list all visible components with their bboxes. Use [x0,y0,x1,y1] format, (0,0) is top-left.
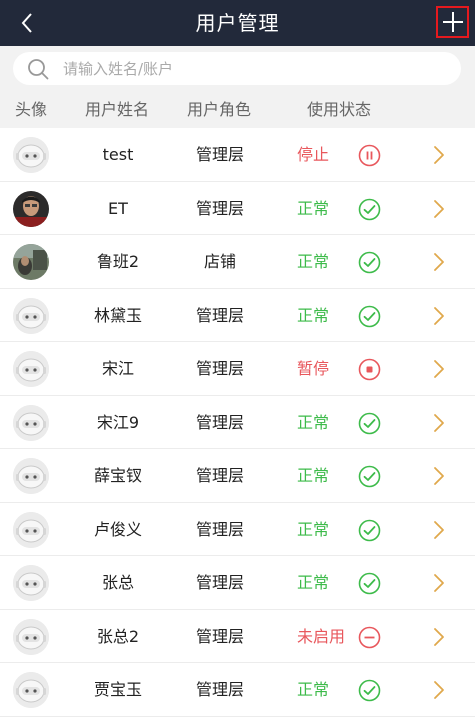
app-header: 用户管理 [0,0,475,46]
avatar [13,297,49,334]
avatar [13,351,49,387]
avatar [13,137,49,173]
avatar [13,404,49,441]
check-circle-icon[interactable] [358,305,381,328]
plus-icon [442,12,463,32]
user-name: 林黛玉 [93,305,142,325]
page-title: 用户管理 [195,11,280,35]
check-circle-icon[interactable] [358,519,381,542]
avatar [13,511,49,548]
avatar [13,190,49,227]
status-text: 正常 [297,573,330,592]
pause-circle-icon[interactable] [358,144,381,167]
user-row[interactable]: 宋江9 管理层 正常 [0,395,475,449]
chevron-right-icon[interactable] [432,359,446,379]
check-circle-icon[interactable] [358,679,381,702]
status-text: 暂停 [297,359,330,378]
column-name: 用户姓名 [85,100,150,119]
user-role: 管理层 [195,305,244,325]
column-avatar: 头像 [15,100,48,119]
user-name: 卢俊义 [93,519,142,539]
user-row[interactable]: 张总2 管理层 未启用 [0,609,475,663]
user-name: 宋江9 [96,412,140,432]
user-row[interactable]: ET 管理层 正常 [0,181,475,235]
status-text: 正常 [297,680,330,699]
user-name: 宋江 [101,359,134,378]
stop-circle-icon[interactable] [358,358,381,381]
user-role: 管理层 [195,359,244,378]
user-role: 管理层 [195,573,244,592]
table-header: 头像 用户姓名 用户角色 使用状态 [0,92,475,128]
user-name: ET [108,198,128,218]
avatar [13,565,49,601]
check-circle-icon[interactable] [358,412,381,435]
chevron-right-icon[interactable] [432,680,446,700]
check-circle-icon[interactable] [358,251,381,274]
user-role: 管理层 [195,626,244,646]
status-text: 正常 [297,252,330,271]
search-box[interactable] [13,52,461,85]
user-row[interactable]: 宋江 管理层 暂停 [0,342,475,396]
search-input[interactable] [63,59,433,78]
user-name: 贾宝玉 [93,680,142,699]
user-row[interactable]: test 管理层 停止 [0,128,475,182]
user-name: 张总2 [96,626,140,646]
check-circle-icon[interactable] [358,465,381,488]
user-list: test 管理层 停止 ET 管理层 正常 鲁班2 店铺 正常 林黛玉 管理层 正常 宋江 管理层 暂停 宋江… [0,128,475,717]
chevron-right-icon[interactable] [432,413,446,433]
user-row[interactable]: 林黛玉 管理层 正常 [0,288,475,342]
user-name: 鲁班2 [96,252,140,271]
user-row[interactable]: 卢俊义 管理层 正常 [0,502,475,556]
add-user-button[interactable] [436,6,469,38]
user-row[interactable]: 鲁班2 店铺 正常 [0,235,475,289]
user-role: 店铺 [203,252,236,271]
chevron-right-icon[interactable] [432,573,446,593]
user-role: 管理层 [195,198,244,218]
user-row[interactable]: 张总 管理层 正常 [0,556,475,610]
avatar [13,672,49,708]
status-text: 正常 [297,305,330,325]
minus-circle-icon[interactable] [358,626,381,649]
user-role: 管理层 [195,145,244,164]
user-name: 张总 [101,573,134,592]
user-role: 管理层 [195,412,244,432]
user-row[interactable]: 贾宝玉 管理层 正常 [0,663,475,717]
user-row[interactable]: 薛宝钗 管理层 正常 [0,449,475,503]
search-icon [28,58,49,79]
status-text: 未启用 [297,626,346,646]
status-text: 正常 [297,198,330,218]
user-role: 管理层 [195,519,244,539]
status-text: 停止 [297,145,330,164]
user-name: test [102,145,134,164]
chevron-right-icon[interactable] [432,252,446,272]
chevron-right-icon[interactable] [432,199,446,219]
column-status: 使用状态 [307,100,372,119]
chevron-right-icon[interactable] [432,520,446,540]
avatar [13,244,49,280]
check-circle-icon[interactable] [358,572,381,595]
chevron-right-icon[interactable] [432,627,446,647]
user-name: 薛宝钗 [93,466,142,485]
status-text: 正常 [297,519,330,539]
chevron-right-icon[interactable] [432,306,446,326]
user-role: 管理层 [195,466,244,485]
search-area [0,46,475,92]
status-text: 正常 [297,412,330,432]
chevron-right-icon[interactable] [432,466,446,486]
user-role: 管理层 [195,680,244,699]
avatar [13,618,49,655]
column-role: 用户角色 [187,100,252,119]
status-text: 正常 [297,466,330,485]
chevron-right-icon[interactable] [432,145,446,165]
check-circle-icon[interactable] [358,198,381,221]
avatar [13,458,49,494]
